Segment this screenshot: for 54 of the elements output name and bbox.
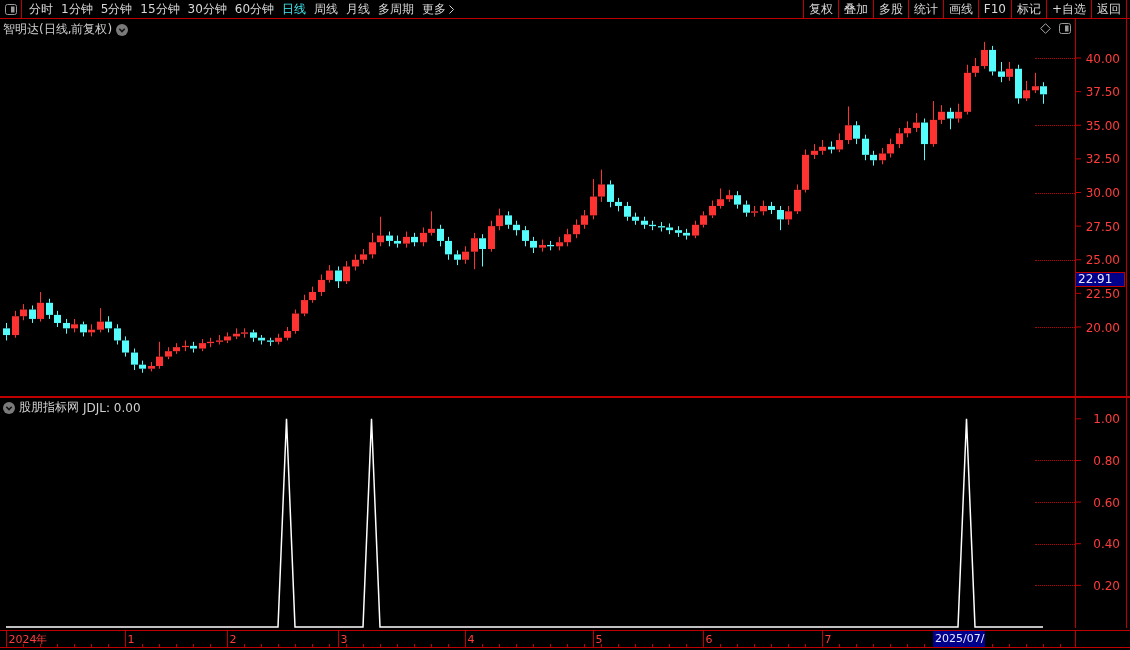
period-tab[interactable]: 月线 <box>342 0 375 18</box>
date-label: 5 <box>595 633 603 646</box>
toolbar-button[interactable]: 返回 <box>1091 0 1127 18</box>
axis-label: 32.50 <box>1085 152 1120 167</box>
axis-label: 22.50 <box>1085 286 1120 301</box>
axis-label: 30.00 <box>1085 186 1120 200</box>
toolbar-button[interactable]: 标记 <box>1010 0 1046 18</box>
toolbar-button[interactable]: 复权 <box>802 0 838 18</box>
axis-label: 1.00 <box>1093 412 1120 427</box>
period-tab[interactable]: 多周期 <box>374 0 419 18</box>
date-label: 7 <box>824 633 832 646</box>
axis-label: 20.00 <box>1085 320 1120 335</box>
candlestick <box>3 322 10 341</box>
date-label: 2024年 <box>8 633 48 646</box>
date-label: 2 <box>229 633 237 646</box>
period-tab[interactable]: 15分钟 <box>136 0 184 18</box>
toolbar-button[interactable]: 画线 <box>942 0 978 18</box>
axis-label: 0.80 <box>1093 453 1120 468</box>
indicator-reading: JDJL: 0.00 <box>83 400 141 415</box>
axis-label: 40.00 <box>1085 51 1120 66</box>
collapse-icon[interactable] <box>3 401 15 414</box>
toolbar-button[interactable]: 叠加 <box>837 0 873 18</box>
date-label: 6 <box>705 633 713 646</box>
price-marker: 22.91 <box>1075 271 1125 287</box>
date-marker: 2025/07/ <box>933 631 985 647</box>
period-tab[interactable]: 更多 <box>418 0 459 18</box>
axis-label: 0.20 <box>1093 578 1120 593</box>
axis-label: 0.60 <box>1093 495 1120 510</box>
date-label: 1 <box>127 633 135 646</box>
period-tab[interactable]: 分时 <box>25 0 57 18</box>
period-tab[interactable]: 周线 <box>310 0 343 18</box>
toolbar-button[interactable]: 统计 <box>907 0 943 18</box>
diamond-icon[interactable] <box>1040 23 1051 34</box>
axis-label: 25.00 <box>1085 253 1120 268</box>
period-tab[interactable]: 30分钟 <box>183 0 231 18</box>
panel-toggle-icon[interactable] <box>4 3 17 15</box>
axis-label: 27.50 <box>1085 219 1120 234</box>
period-tab[interactable]: 日线 <box>278 0 311 18</box>
chevron-right-icon <box>449 4 455 14</box>
axis-label: 37.50 <box>1085 85 1120 100</box>
chart-title: 智明达(日线,前复权) <box>3 21 113 38</box>
toolbar-button[interactable]: +自选 <box>1045 0 1091 18</box>
toolbar-button[interactable]: 多股 <box>872 0 908 18</box>
axis-label: 35.00 <box>1085 118 1120 133</box>
date-label: 3 <box>340 633 348 646</box>
axis-label: 0.40 <box>1093 537 1120 552</box>
period-tab[interactable]: 60分钟 <box>230 0 279 18</box>
indicator-title: 股朋指标网 <box>19 399 79 416</box>
dropdown-icon[interactable] <box>116 23 129 36</box>
period-tab[interactable]: 5分钟 <box>96 0 137 18</box>
period-tab[interactable]: 1分钟 <box>57 0 97 18</box>
toolbar-button[interactable]: F10 <box>977 0 1011 18</box>
panel-toggle-icon[interactable] <box>1059 23 1071 34</box>
date-label: 4 <box>467 633 475 646</box>
